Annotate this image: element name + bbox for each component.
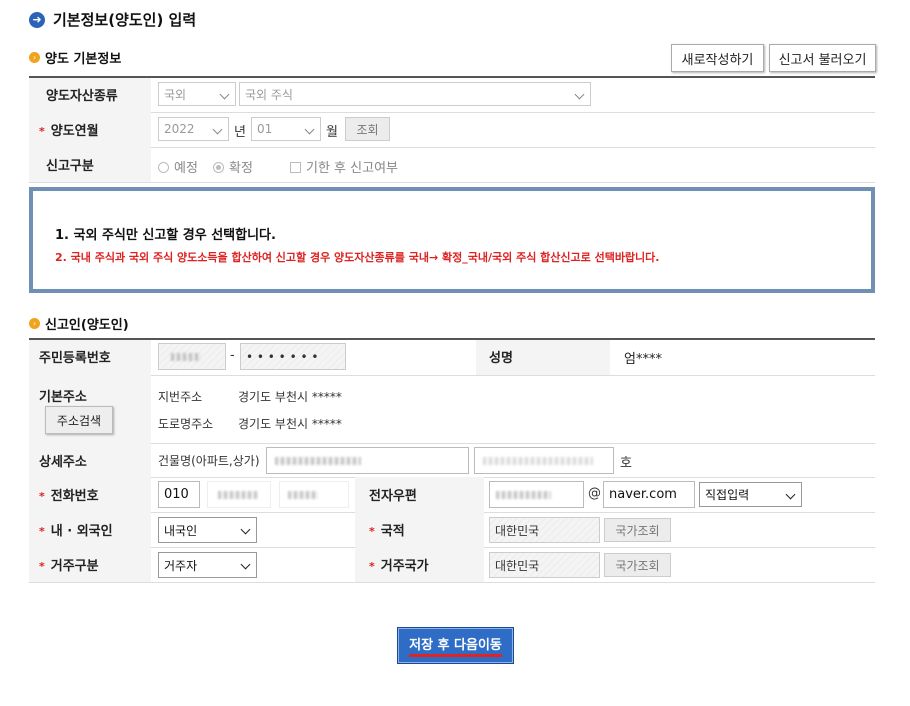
asset-type-select-2[interactable]: 국외 주식 — [239, 82, 591, 106]
section-reporter-header: › 신고인(양도인) — [29, 314, 129, 333]
chevron-down-icon — [574, 89, 585, 100]
jibun-value: 경기도 부천시 ***** — [238, 390, 342, 404]
nationality-type-select[interactable]: 내국인 — [158, 517, 257, 543]
row-asset-type: 양도자산종류 국외 국외 주식 — [29, 78, 875, 113]
save-next-label: 저장 후 다음이동 — [409, 634, 502, 657]
row-residence: * 거주구분 거주자 * 거주국가 대한민국 국가조회 — [29, 547, 875, 583]
phone-label: 전화번호 — [50, 489, 99, 504]
masked-text — [496, 491, 551, 499]
email-domain-select[interactable]: 직접입력 — [699, 482, 802, 507]
section-reporter-title: 신고인(양도인) — [45, 318, 129, 333]
building-input[interactable] — [266, 447, 469, 474]
chevron-down-icon — [219, 89, 230, 100]
rrn-dash: - — [230, 348, 235, 363]
country-lookup-button-2[interactable]: 국가조회 — [604, 553, 671, 577]
required-star: * — [39, 490, 45, 503]
chevron-down-icon — [304, 124, 315, 135]
new-report-button[interactable]: 새로작성하기 — [671, 44, 764, 72]
phone-input-2[interactable] — [207, 481, 271, 508]
row-detail-address: 상세주소 건물명(아파트,상가) 호 — [29, 443, 875, 478]
row-report-type: 신고구분 예정 확정 기한 후 신고여부 — [29, 147, 875, 183]
transfer-ym-label: 양도연월 — [50, 124, 99, 139]
masked-text — [275, 457, 361, 465]
residence-country-label: 거주국가 — [380, 559, 429, 574]
nationality-type-label: 내 · 외국인 — [50, 524, 113, 539]
rrn-back-input[interactable]: • • • • • • • — [240, 343, 346, 370]
radio-planned[interactable]: 예정 — [158, 157, 198, 176]
ho-label: 호 — [620, 456, 632, 471]
year-unit: 년 — [234, 125, 246, 140]
required-star: * — [39, 560, 45, 573]
radio-checked-icon — [213, 162, 224, 173]
required-star: * — [39, 525, 45, 538]
chevron-down-icon — [240, 524, 251, 535]
masked-text — [218, 491, 258, 499]
email-label: 전자우편 — [369, 489, 417, 504]
nationality-label: 국적 — [380, 524, 405, 539]
addr-label: 기본주소 — [39, 390, 87, 405]
section-basic-title: 양도 기본정보 — [45, 52, 122, 67]
asset-type-select-1[interactable]: 국외 — [158, 82, 236, 106]
bullet-arrow-icon: › — [29, 318, 40, 329]
notice-line-1: 1. 국외 주식만 신고할 경우 선택합니다. — [55, 228, 276, 243]
residence-country-input: 대한민국 — [489, 552, 600, 578]
chevron-down-icon — [240, 559, 251, 570]
notice-line-2: 2. 국내 주식과 국외 주식 양도소득을 합산하여 신고할 경우 양도자산종류… — [55, 251, 660, 264]
row-rrn: 주민등록번호 - • • • • • • • 성명 엄**** — [29, 340, 875, 376]
required-star: * — [369, 525, 375, 538]
jibun-label: 지번주소 — [158, 390, 203, 404]
nationality-input: 대한민국 — [489, 517, 600, 543]
asset-type-label: 양도자산종류 — [46, 89, 118, 104]
month-select[interactable]: 01 — [251, 117, 321, 141]
masked-text — [288, 491, 318, 499]
save-next-button[interactable]: 저장 후 다음이동 — [397, 627, 514, 664]
masked-text — [171, 353, 201, 361]
arrow-right-icon: ➜ — [29, 11, 45, 28]
phone-input-1[interactable]: 010 — [158, 481, 200, 508]
road-value: 경기도 부천시 ***** — [238, 417, 342, 431]
notice-box: 1. 국외 주식만 신고할 경우 선택합니다. 2. 국내 주식과 국외 주식 … — [29, 187, 875, 293]
name-value: 엄**** — [624, 352, 662, 367]
checkbox-overdue[interactable]: 기한 후 신고여부 — [290, 157, 398, 176]
radio-icon — [158, 162, 169, 173]
residence-select[interactable]: 거주자 — [158, 552, 257, 578]
rrn-front-input[interactable] — [158, 343, 226, 370]
address-search-button[interactable]: 주소검색 — [45, 406, 113, 434]
page-title: 기본정보(양도인) 입력 — [53, 11, 197, 29]
country-lookup-button[interactable]: 국가조회 — [604, 518, 671, 542]
month-unit: 월 — [326, 125, 338, 140]
report-type-label: 신고구분 — [46, 159, 94, 174]
rrn-label: 주민등록번호 — [39, 351, 111, 366]
name-label: 성명 — [489, 351, 513, 366]
required-star: * — [39, 125, 45, 138]
year-select[interactable]: 2022 — [158, 117, 229, 141]
query-button[interactable]: 조회 — [345, 117, 390, 141]
email-at: @ — [588, 486, 601, 501]
email-id-input[interactable] — [489, 481, 584, 508]
residence-label: 거주구분 — [50, 559, 99, 574]
bullet-arrow-icon: › — [29, 52, 40, 63]
checkbox-icon — [290, 162, 301, 173]
row-nationality: * 내 · 외국인 내국인 * 국적 대한민국 국가조회 — [29, 512, 875, 548]
radio-confirmed[interactable]: 확정 — [213, 157, 253, 176]
masked-text — [483, 457, 593, 465]
ho-input[interactable] — [474, 447, 614, 474]
row-phone: * 전화번호 010 전자우편 @ naver.com 직접입력 — [29, 477, 875, 513]
chevron-down-icon — [785, 489, 796, 500]
required-star: * — [369, 560, 375, 573]
section-basic-header: › 양도 기본정보 — [29, 48, 121, 67]
row-address: 기본주소 주소검색 지번주소 경기도 부천시 ***** 도로명주소 경기도 부… — [29, 375, 875, 444]
email-domain-input[interactable]: naver.com — [603, 481, 695, 508]
load-report-button[interactable]: 신고서 불러오기 — [769, 44, 876, 72]
row-transfer-ym: * 양도연월 2022 년 01 월 조회 — [29, 112, 875, 148]
road-label: 도로명주소 — [158, 417, 214, 431]
page-header: ➜ 기본정보(양도인) 입력 — [29, 9, 196, 30]
building-label: 건물명(아파트,상가) — [158, 454, 260, 468]
chevron-down-icon — [212, 124, 223, 135]
phone-input-3[interactable] — [279, 481, 349, 508]
detail-label: 상세주소 — [39, 455, 87, 470]
